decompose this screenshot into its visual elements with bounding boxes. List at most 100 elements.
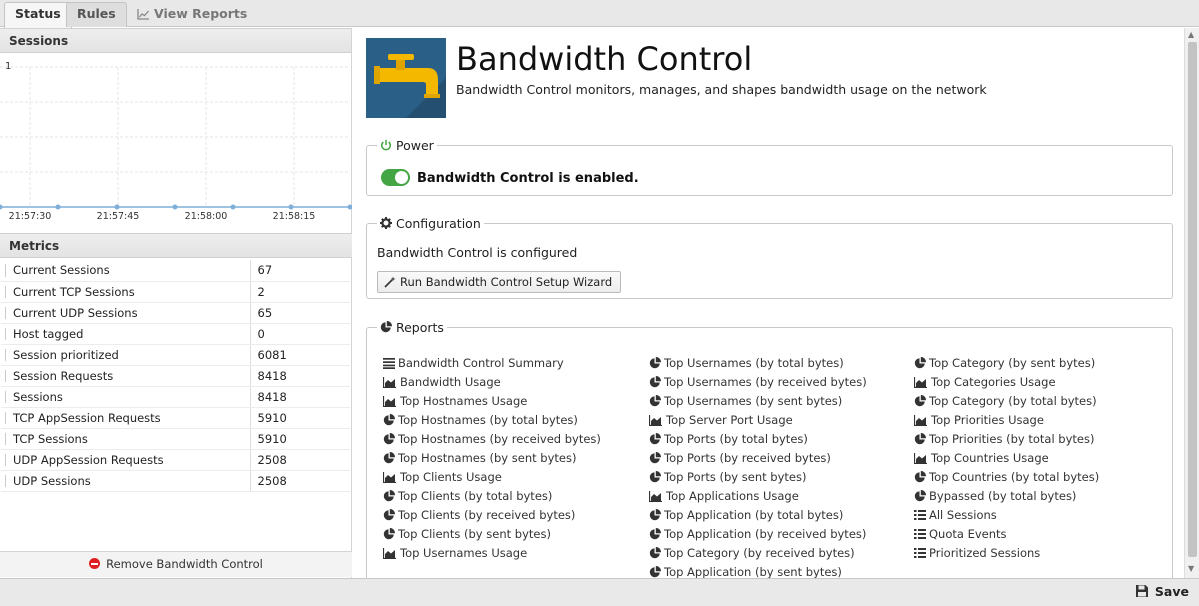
power-icon — [380, 139, 392, 151]
metrics-row: Host tagged 0 — [1, 323, 350, 345]
left-panel: Sessions 1 21:57:30 21:57:45 21:58:00 21:58:… — [0, 28, 353, 578]
pie-chart-icon — [649, 565, 662, 578]
area-chart-icon — [382, 472, 396, 484]
x-tick-label: 21:58:00 — [185, 211, 228, 222]
x-tick-label: 21:58:15 — [273, 211, 316, 222]
report-link[interactable]: Top Hostnames Usage — [382, 392, 601, 411]
metric-name: Session Requests — [1, 365, 251, 387]
report-link-label: Top Category (by sent bytes) — [929, 356, 1096, 370]
report-link[interactable]: Top Usernames (by sent bytes) — [649, 392, 867, 411]
app-logo-icon — [366, 38, 446, 118]
report-link-label: Top Ports (by sent bytes) — [664, 470, 807, 484]
power-toggle[interactable] — [381, 169, 410, 186]
metric-name: UDP AppSession Requests — [1, 449, 251, 471]
report-link[interactable]: All Sessions — [914, 506, 1099, 525]
sessions-heading: Sessions — [0, 28, 351, 53]
report-link[interactable]: Top Usernames (by total bytes) — [649, 354, 867, 373]
tab-status[interactable]: Status — [4, 2, 72, 28]
pie-chart-icon — [380, 320, 393, 333]
metric-value: 2 — [250, 281, 350, 303]
remove-label: Remove Bandwidth Control — [106, 557, 263, 571]
metrics-row: TCP AppSession Requests 5910 — [1, 407, 350, 429]
report-link[interactable]: Top Application (by received bytes) — [649, 525, 867, 544]
report-link[interactable]: Top Applications Usage — [648, 487, 867, 506]
report-link[interactable]: Bypassed (by total bytes) — [914, 487, 1099, 506]
report-link-label: Top Ports (by received bytes) — [664, 451, 831, 465]
remove-bandwidth-control-button[interactable]: Remove Bandwidth Control — [0, 551, 352, 577]
x-tick-label: 21:57:30 — [9, 211, 52, 222]
report-link-label: Bandwidth Usage — [400, 375, 501, 389]
report-link[interactable]: Bandwidth Control Summary — [383, 354, 601, 373]
save-button[interactable]: Save — [1135, 584, 1189, 599]
floppy-disk-icon — [1135, 585, 1148, 597]
pie-chart-icon — [649, 546, 662, 559]
report-link[interactable]: Top Clients (by total bytes) — [383, 487, 601, 506]
report-link[interactable]: Top Hostnames (by sent bytes) — [383, 449, 601, 468]
report-link[interactable]: Prioritized Sessions — [914, 544, 1099, 563]
scroll-up-icon[interactable]: ▲ — [1188, 30, 1194, 39]
report-link[interactable]: Top Categories Usage — [913, 373, 1099, 392]
report-link[interactable]: Top Hostnames (by total bytes) — [383, 411, 601, 430]
report-link-label: Top Application (by total bytes) — [664, 508, 844, 522]
report-link[interactable]: Top Clients (by received bytes) — [383, 506, 601, 525]
report-link-label: Top Hostnames (by total bytes) — [398, 413, 578, 427]
report-link-label: Top Application (by sent bytes) — [664, 565, 842, 578]
tab-view-reports[interactable]: View Reports — [126, 2, 258, 27]
report-link-label: Bypassed (by total bytes) — [929, 489, 1077, 503]
bottom-toolbar: Save — [0, 578, 1199, 606]
report-link[interactable]: Top Countries (by total bytes) — [914, 468, 1099, 487]
metric-name: Current UDP Sessions — [1, 302, 251, 324]
tab-rules[interactable]: Rules — [66, 2, 127, 27]
metric-value: 8418 — [250, 365, 350, 387]
data-point — [0, 204, 3, 210]
report-link-label: Top Application (by received bytes) — [664, 527, 867, 541]
reports-section: Reports Bandwidth Control Summary Bandwid… — [366, 320, 1173, 578]
report-link[interactable]: Top Application (by sent bytes) — [649, 563, 867, 578]
report-link-label: Top Hostnames Usage — [400, 394, 528, 408]
report-link[interactable]: Top Usernames Usage — [382, 544, 601, 563]
report-link[interactable]: Top Priorities Usage — [913, 411, 1099, 430]
report-link[interactable]: Top Ports (by sent bytes) — [649, 468, 867, 487]
gear-icon — [380, 217, 392, 229]
report-link[interactable]: Top Server Port Usage — [648, 411, 867, 430]
scroll-down-icon[interactable]: ▼ — [1188, 564, 1194, 573]
main-scrollbar[interactable]: ▲ ▼ — [1184, 28, 1199, 578]
report-link[interactable]: Top Category (by total bytes) — [914, 392, 1099, 411]
reports-legend-label: Reports — [395, 320, 444, 335]
report-link[interactable]: Top Ports (by received bytes) — [649, 449, 867, 468]
metric-value: 2508 — [250, 470, 350, 492]
report-link[interactable]: Top Category (by sent bytes) — [914, 354, 1099, 373]
report-link-label: Top Clients (by sent bytes) — [398, 527, 551, 541]
scroll-thumb[interactable] — [1188, 42, 1197, 557]
report-link[interactable]: Top Category (by received bytes) — [649, 544, 867, 563]
metric-value: 8418 — [250, 386, 350, 408]
report-link[interactable]: Top Clients (by sent bytes) — [383, 525, 601, 544]
app-title: Bandwidth Control — [456, 40, 753, 78]
report-link[interactable]: Top Usernames (by received bytes) — [649, 373, 867, 392]
area-chart-icon — [913, 377, 927, 389]
report-link-label: Top Priorities (by total bytes) — [929, 432, 1095, 446]
area-chart-icon — [913, 415, 927, 427]
remove-icon — [89, 558, 101, 569]
metric-value: 6081 — [250, 344, 350, 366]
report-link-label: Top Hostnames (by sent bytes) — [398, 451, 577, 465]
setup-wizard-button[interactable]: Run Bandwidth Control Setup Wizard — [377, 271, 622, 293]
app-description: Bandwidth Control monitors, manages, and… — [456, 82, 987, 97]
report-link[interactable]: Top Countries Usage — [913, 449, 1099, 468]
pie-chart-icon — [383, 489, 396, 502]
report-link[interactable]: Top Clients Usage — [382, 468, 601, 487]
report-link[interactable]: Top Hostnames (by received bytes) — [383, 430, 601, 449]
report-link[interactable]: Top Ports (by total bytes) — [649, 430, 867, 449]
report-link[interactable]: Bandwidth Usage — [382, 373, 601, 392]
report-link[interactable]: Top Priorities (by total bytes) — [914, 430, 1099, 449]
data-point — [172, 204, 178, 210]
pie-chart-icon — [649, 470, 662, 483]
metric-value: 65 — [250, 302, 350, 324]
report-link[interactable]: Quota Events — [914, 525, 1099, 544]
report-link-label: Top Usernames (by total bytes) — [664, 356, 844, 370]
metrics-row: TCP Sessions 5910 — [1, 428, 350, 450]
metrics-row: Sessions 8418 — [1, 386, 350, 408]
power-status: Bandwidth Control is enabled. — [417, 171, 639, 186]
report-link[interactable]: Top Application (by total bytes) — [649, 506, 867, 525]
metrics-row: Current UDP Sessions 65 — [1, 302, 350, 324]
